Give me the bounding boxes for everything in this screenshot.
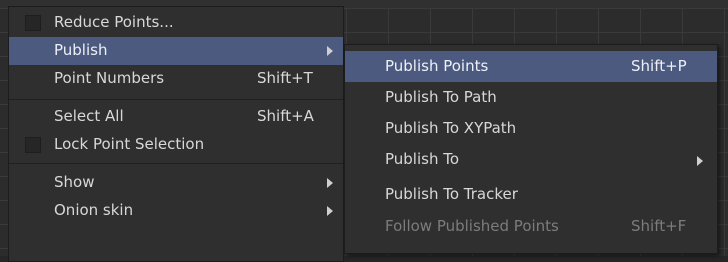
submenu-item-label: Publish Points xyxy=(385,57,489,75)
menu-item-label: Publish xyxy=(54,41,108,59)
reduce-points-checkbox[interactable] xyxy=(25,15,41,31)
menu-item-publish[interactable]: Publish xyxy=(9,37,343,65)
submenu-arrow-icon xyxy=(327,206,333,216)
submenu-item-publish-to-tracker[interactable]: Publish To Tracker xyxy=(345,179,717,210)
submenu-item-label: Publish To xyxy=(385,150,460,168)
submenu-item-publish-to-path[interactable]: Publish To Path xyxy=(345,82,717,113)
lock-point-selection-checkbox[interactable] xyxy=(25,137,41,153)
menu-item-point-numbers[interactable]: Point Numbers Shift+T xyxy=(9,65,343,93)
menu-item-shortcut: Shift+T xyxy=(257,69,313,87)
menu-item-label: Lock Point Selection xyxy=(54,135,205,153)
submenu-item-label: Follow Published Points xyxy=(385,217,559,235)
submenu-arrow-icon xyxy=(327,46,333,56)
menu-item-reduce-points[interactable]: Reduce Points... xyxy=(9,9,343,37)
submenu-item-publish-to[interactable]: Publish To xyxy=(345,144,717,175)
menu-item-label: Select All xyxy=(54,107,124,125)
menu-item-label: Onion skin xyxy=(54,201,134,219)
menu-separator xyxy=(9,163,343,164)
submenu-item-publish-to-xypath[interactable]: Publish To XYPath xyxy=(345,113,717,144)
menu-item-label: Reduce Points... xyxy=(54,13,174,31)
context-menu: Reduce Points... Publish Point Numbers S… xyxy=(8,6,344,262)
submenu-item-follow-published-points: Follow Published Points Shift+F xyxy=(345,211,717,242)
menu-separator xyxy=(9,99,343,100)
submenu-item-label: Publish To Tracker xyxy=(385,185,518,203)
submenu-item-shortcut: Shift+P xyxy=(631,57,687,75)
menu-item-onion-skin[interactable]: Onion skin xyxy=(9,197,343,225)
menu-item-label: Point Numbers xyxy=(54,69,165,87)
submenu-item-publish-points[interactable]: Publish Points Shift+P xyxy=(345,51,717,82)
submenu-item-label: Publish To XYPath xyxy=(385,119,517,137)
submenu-item-label: Publish To Path xyxy=(385,88,497,106)
menu-item-show[interactable]: Show xyxy=(9,169,343,197)
menu-item-shortcut: Shift+A xyxy=(257,107,314,125)
submenu-arrow-icon xyxy=(327,178,333,188)
publish-submenu: Publish Points Shift+P Publish To Path P… xyxy=(344,44,718,254)
menu-item-lock-point-selection[interactable]: Lock Point Selection xyxy=(9,131,343,159)
submenu-item-shortcut: Shift+F xyxy=(631,217,687,235)
menu-item-select-all[interactable]: Select All Shift+A xyxy=(9,103,343,131)
menu-item-label: Show xyxy=(54,173,95,191)
submenu-arrow-icon xyxy=(697,156,703,166)
